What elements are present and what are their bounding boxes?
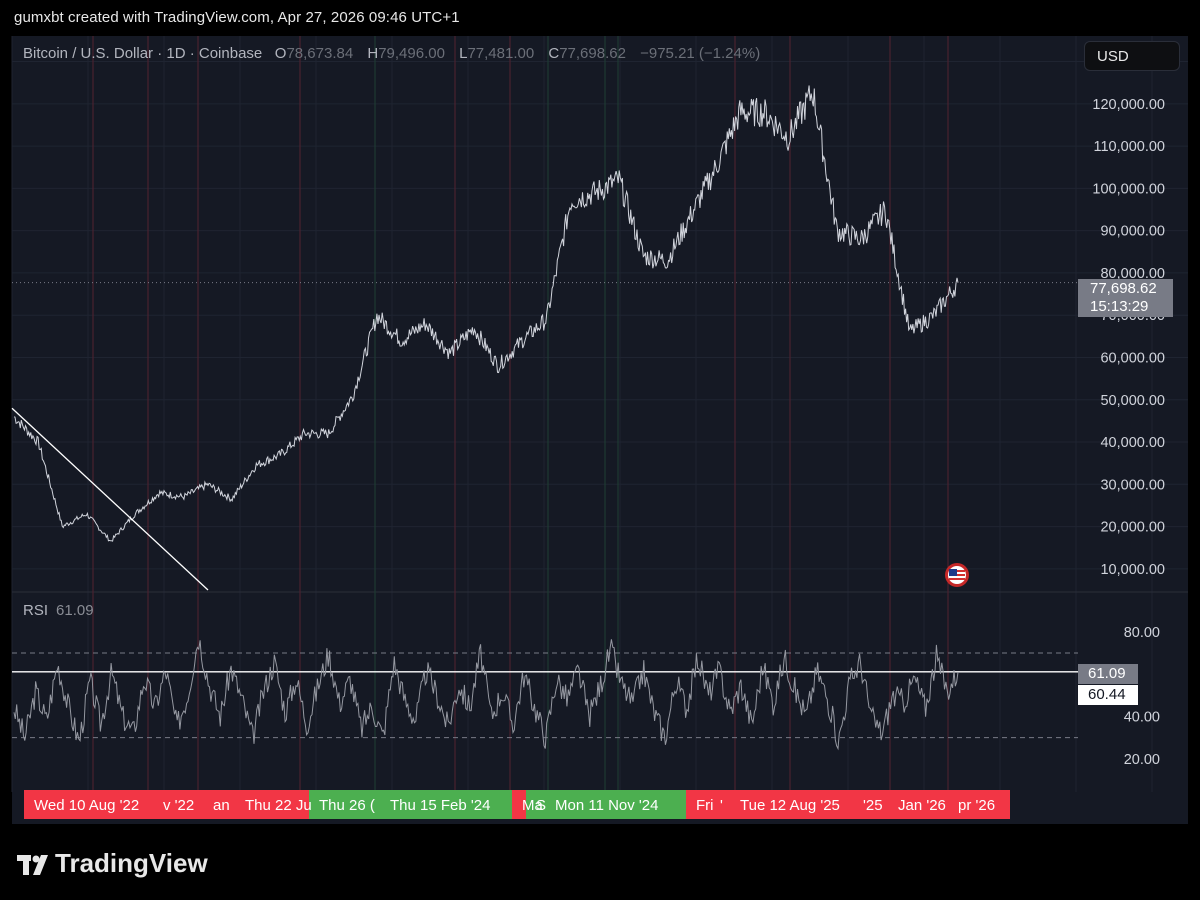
- price-tick-label: 100,000.00: [1092, 181, 1165, 197]
- timeline-label: S: [536, 797, 546, 814]
- price-series: [13, 85, 959, 542]
- price-tick-label: 110,000.00: [1094, 139, 1166, 155]
- open-label: O: [274, 45, 287, 62]
- rsi-value: 61.09: [56, 602, 94, 619]
- rsi-smoothed-tag: 60.44: [1078, 685, 1138, 705]
- close-label: C: [548, 45, 560, 62]
- price-tick-label: 30,000.00: [1100, 477, 1165, 493]
- bar-countdown: 15:13:29: [1090, 298, 1149, 315]
- brand-name: TradingView: [55, 848, 208, 878]
- price-tick-label: 20,000.00: [1100, 520, 1165, 536]
- price-tick-label: 10,000.00: [1100, 562, 1165, 578]
- last-price: 77,698.62: [1090, 280, 1157, 297]
- currency-button[interactable]: USD: [1084, 41, 1180, 71]
- timeline-label: Tue 12 Aug '25: [740, 797, 840, 814]
- timeline-label: Jan '26: [898, 797, 946, 814]
- rsi-series: [13, 639, 959, 751]
- timeline-label: an: [213, 797, 230, 814]
- rsi-label: RSI: [23, 602, 49, 619]
- price-tick-label: 60,000.00: [1100, 350, 1165, 366]
- timeline-label: Fri: [696, 797, 714, 814]
- price-tick-label: 50,000.00: [1100, 393, 1165, 409]
- timeline-label: Thu 15 Feb '24: [390, 797, 490, 814]
- timeline-label: Thu 22 Ju: [245, 797, 312, 814]
- price-tick-label: 40,000.00: [1100, 435, 1165, 451]
- rsi-current-tag: 61.09: [1078, 664, 1138, 684]
- tradingview-logo-icon: [17, 855, 48, 876]
- timeline-label: Mon 11 Nov '24: [555, 797, 658, 814]
- timeline-label: '25: [863, 797, 883, 814]
- trendline: [11, 407, 209, 591]
- price-tick-label: 120,000.00: [1092, 97, 1165, 113]
- symbol-legend: Bitcoin / U.S. Dollar · 1D · Coinbase O7…: [23, 45, 770, 62]
- rsi-tick-label: 80.00: [1124, 625, 1160, 641]
- us-flag-event-icon[interactable]: [944, 562, 970, 588]
- timeline-label: ': [720, 797, 723, 814]
- tradingview-logo: TradingView: [15, 848, 208, 879]
- open-value: 78,673.84: [286, 45, 354, 62]
- timeline-label: Thu 26 (: [319, 797, 375, 814]
- last-price-tag: 77,698.62 15:13:29: [1078, 279, 1173, 317]
- rsi-legend[interactable]: RSI 61.09: [23, 602, 94, 619]
- timeline-label: pr '26: [958, 797, 995, 814]
- timeline-label: v '22: [163, 797, 194, 814]
- rsi-tick-label: 40.00: [1124, 709, 1160, 725]
- high-value: 79,496.00: [378, 45, 445, 62]
- close-value: 77,698.62: [559, 45, 626, 62]
- price-tick-label: 90,000.00: [1100, 224, 1165, 240]
- change-value: −975.21 (−1.24%): [640, 45, 761, 62]
- chart-canvas[interactable]: 10,000.00 20,000.00 30,000.00 40,000.00 50,0…: [0, 0, 1200, 900]
- rsi-tick-label: 20.00: [1124, 752, 1160, 768]
- symbol-name[interactable]: Bitcoin / U.S. Dollar · 1D · Coinbase: [23, 45, 262, 62]
- low-value: 77,481.00: [467, 45, 535, 62]
- timeline-label: Wed 10 Aug '22: [34, 797, 139, 814]
- high-label: H: [367, 45, 379, 62]
